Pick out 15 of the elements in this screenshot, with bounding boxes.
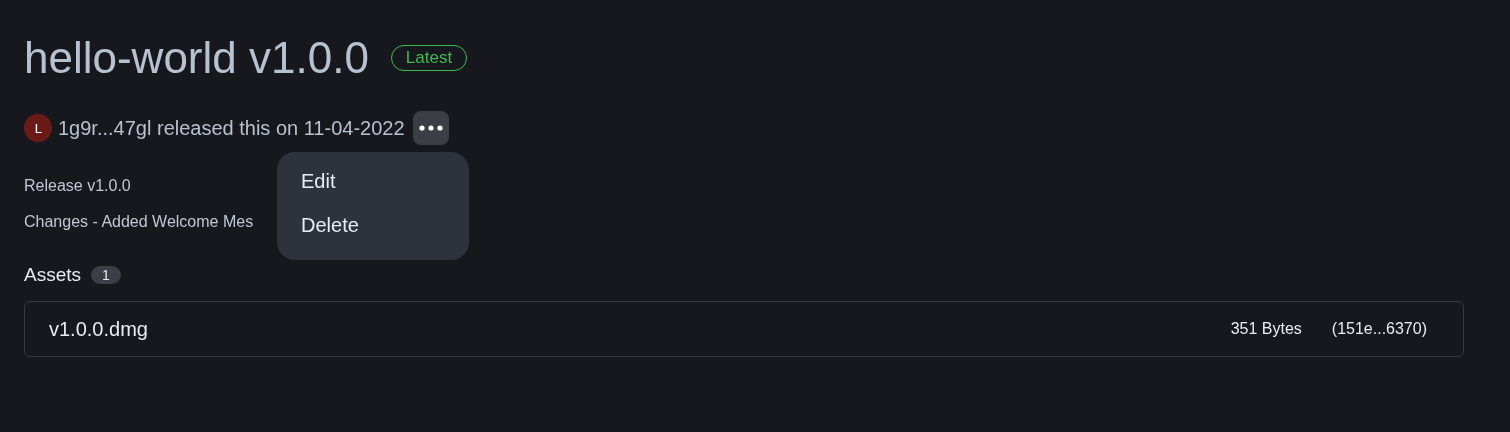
assets-count: 1 [91,266,121,284]
more-options-button[interactable] [412,111,449,145]
asset-name: v1.0.0.dmg [49,317,149,341]
asset-row[interactable]: v1.0.0.dmg 351 Bytes (151e...6370) [24,301,1464,357]
asset-hash: (151e...6370) [1331,320,1427,338]
avatar: L [24,114,52,142]
release-byline: 1g9r...47gl released this on 11-04-2022 [58,116,405,140]
menu-item[interactable]: Edit [277,162,469,206]
assets-heading: Assets [24,264,82,286]
menu-item[interactable]: Delete [277,206,469,250]
release-title: hello-world v1.0.0 [24,33,369,83]
asset-size: 351 Bytes [1230,320,1302,338]
release-note: Release v1.0.0 [24,176,131,196]
release-note: Changes - Added Welcome Mes [24,212,254,232]
ellipsis-icon [418,125,443,131]
